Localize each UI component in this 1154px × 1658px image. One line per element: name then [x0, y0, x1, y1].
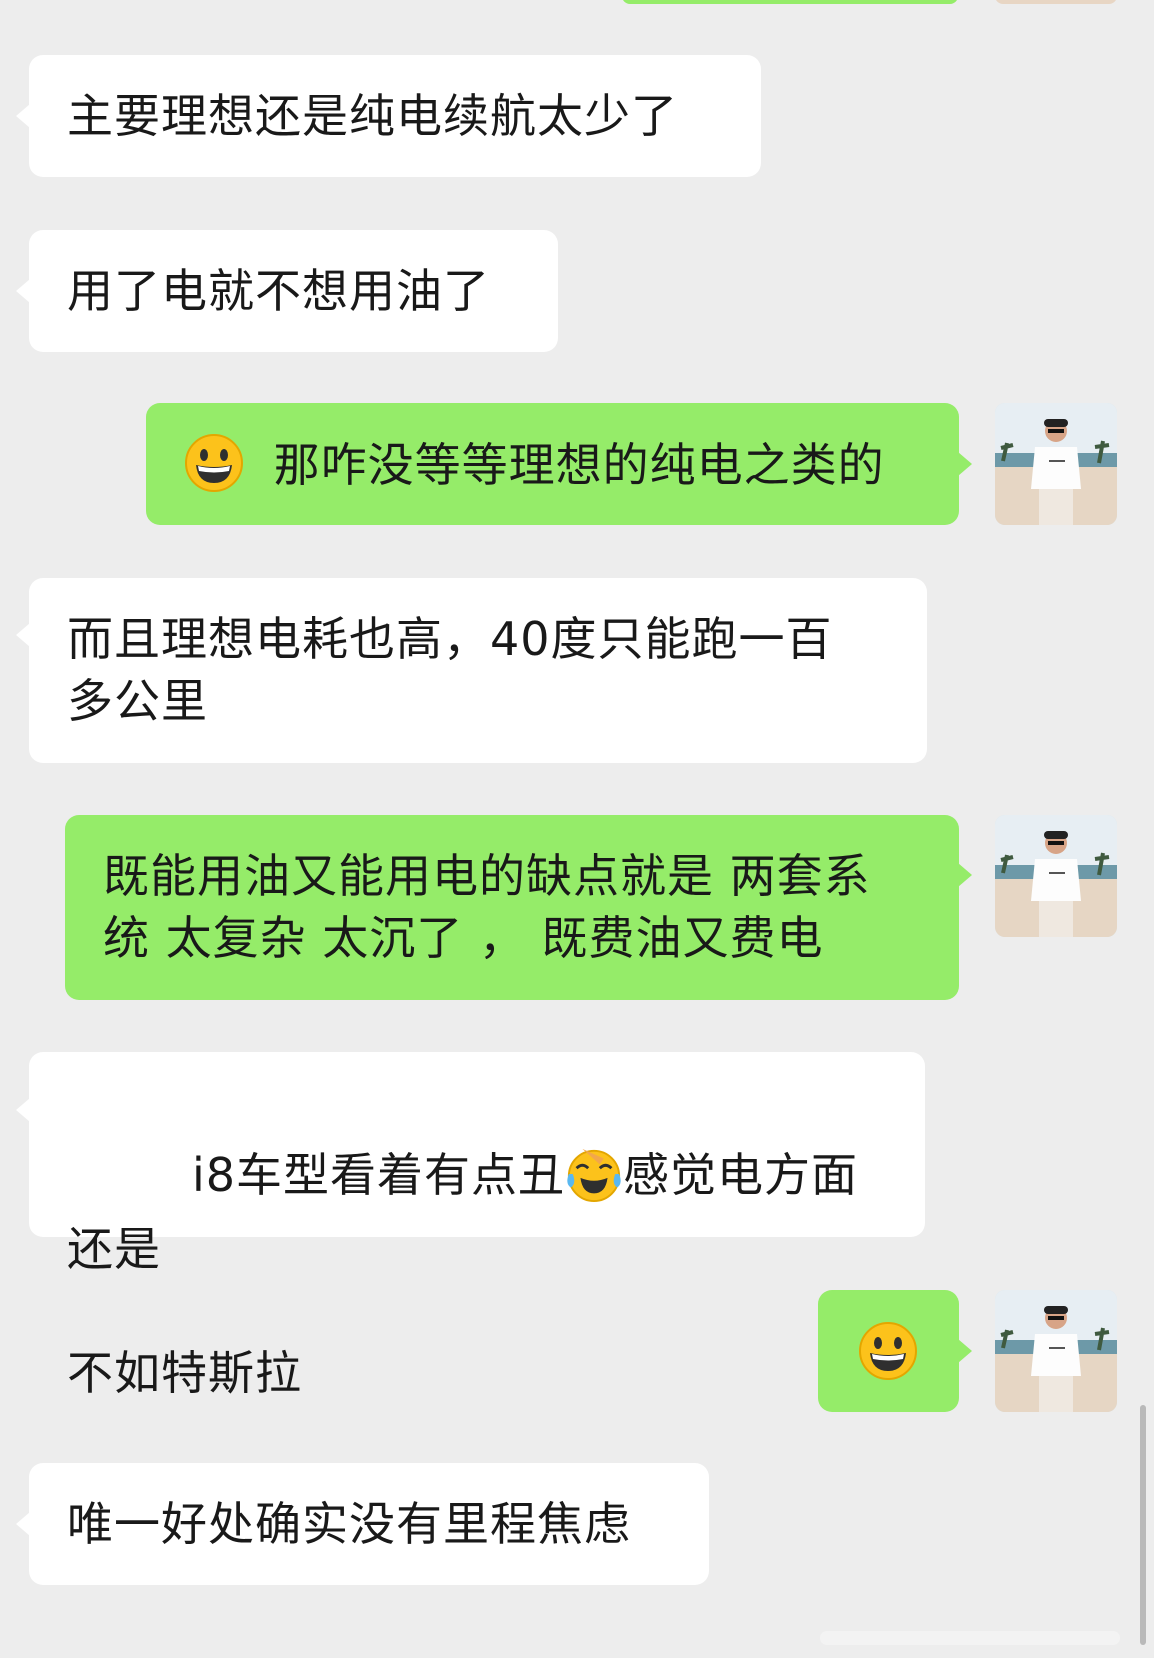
incoming-bubble[interactable]: i8车型看着有点丑 感觉电方面还是 不如特斯拉	[29, 1052, 925, 1400]
previous-avatar[interactable]	[995, 0, 1117, 4]
bubble-tail	[16, 1098, 30, 1122]
message-text-line: 既能用油又能用电的缺点就是 两套系	[103, 849, 871, 903]
user-avatar[interactable]	[995, 815, 1117, 937]
outgoing-bubble[interactable]: 既能用油又能用电的缺点就是 两套系 统 太复杂 太沉了 ， 既费油又费电	[65, 815, 959, 1000]
message-text-line: 多公里	[67, 674, 208, 728]
message-text: 那咋没等等理想的纯电之类的	[273, 438, 885, 492]
chat-thread: 主要理想还是纯电续航太少了 用了电就不想用油了 那咋没等等理想的纯电之类的 而且…	[0, 0, 1154, 1658]
bubble-tail	[16, 279, 30, 303]
grinning-face-emoji-icon	[184, 433, 244, 508]
incoming-bubble[interactable]: 用了电就不想用油了	[29, 230, 558, 352]
grinning-face-emoji-icon	[858, 1321, 918, 1396]
user-avatar[interactable]	[995, 1290, 1117, 1412]
previous-outgoing-bubble[interactable]	[622, 0, 958, 4]
bubble-tail	[16, 1512, 30, 1536]
bubble-tail	[958, 863, 972, 887]
message-text-line: 统 太复杂 太沉了 ， 既费油又费电	[103, 911, 824, 965]
incoming-bubble[interactable]: 主要理想还是纯电续航太少了	[29, 55, 761, 177]
incoming-bubble[interactable]: 唯一好处确实没有里程焦虑	[29, 1463, 709, 1585]
message-text-line: i8车型看着有点丑 感觉电方面还是	[67, 1082, 887, 1342]
message-text: 唯一好处确实没有里程焦虑	[67, 1497, 631, 1551]
user-avatar[interactable]	[995, 403, 1117, 525]
message-text: 主要理想还是纯电续航太少了	[67, 89, 678, 143]
incoming-bubble[interactable]: 而且理想电耗也高，40度只能跑一百 多公里	[29, 578, 927, 763]
bubble-tail	[16, 104, 30, 128]
scrollbar[interactable]	[1140, 1405, 1146, 1645]
bubble-tail	[16, 623, 30, 647]
watermark-logo	[820, 1625, 1120, 1651]
face-with-tears-of-joy-emoji-icon	[565, 1145, 623, 1218]
message-text: 用了电就不想用油了	[67, 264, 490, 318]
message-text: i8车型看着有点丑	[191, 1148, 566, 1202]
bubble-tail	[958, 452, 972, 476]
bubble-tail	[958, 1339, 972, 1363]
outgoing-bubble[interactable]: 那咋没等等理想的纯电之类的	[146, 403, 959, 525]
message-text-line: 不如特斯拉	[67, 1346, 302, 1400]
outgoing-bubble[interactable]	[818, 1290, 959, 1412]
message-text-line: 而且理想电耗也高，40度只能跑一百	[67, 612, 833, 666]
